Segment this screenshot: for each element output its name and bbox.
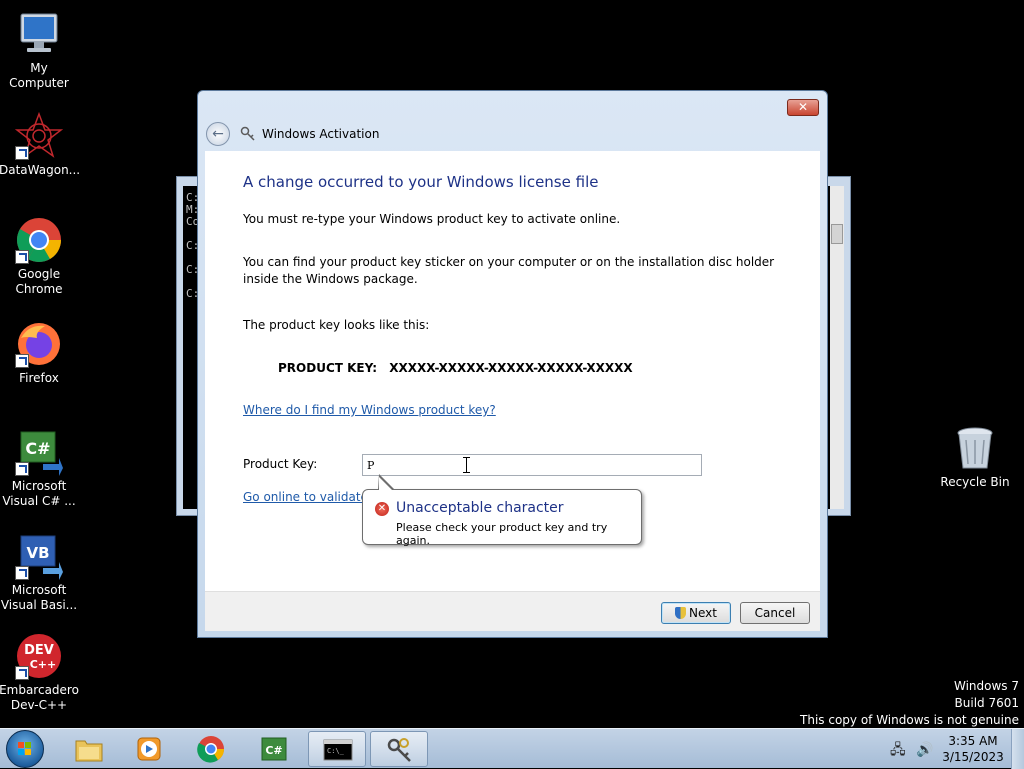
- command-prompt-icon: C:\_: [323, 736, 353, 764]
- taskbar-media-player[interactable]: [120, 731, 178, 767]
- watermark-os: Windows 7: [953, 679, 1019, 693]
- desktop-icon-visual-basic[interactable]: VB Microsoft Visual Basi...: [0, 532, 79, 613]
- uac-shield-icon: [675, 607, 687, 619]
- chrome-icon: [15, 216, 63, 264]
- taskbar-windows-explorer[interactable]: [60, 731, 118, 767]
- shortcut-arrow-icon: [15, 146, 29, 160]
- taskbar-visual-csharp[interactable]: C#: [245, 731, 303, 767]
- product-key-example-label: PRODUCT KEY:: [278, 361, 378, 375]
- svg-text:C#: C#: [265, 744, 282, 757]
- windows-flag-icon: [18, 742, 32, 756]
- taskbar-google-chrome[interactable]: [182, 731, 240, 767]
- error-title: Unacceptable character: [396, 500, 564, 516]
- taskbar: C# C:\_ 🖧 🔊 3:35 AM 3/15/2023: [0, 728, 1024, 769]
- activation-keys-icon: [385, 736, 415, 764]
- page-heading: A change occurred to your Windows licens…: [243, 173, 599, 191]
- error-icon: ✕: [375, 502, 389, 516]
- desktop-icon-datawagon[interactable]: DataWagon...: [0, 111, 81, 178]
- dev-cpp-icon: DEV C++: [15, 632, 63, 680]
- svg-text:C:\_: C:\_: [327, 747, 345, 755]
- product-key-label: Product Key:: [243, 457, 318, 471]
- visual-basic-icon: VB: [15, 532, 63, 580]
- visual-csharp-icon: C#: [15, 428, 63, 476]
- dialog-nav-bar: ← Windows Activation: [206, 122, 380, 146]
- shortcut-arrow-icon: [15, 354, 29, 368]
- desktop-icon-visual-csharp[interactable]: C# Microsoft Visual C# ...: [0, 428, 79, 509]
- recycle-bin-icon: [951, 424, 999, 472]
- watermark-genuine-notice: This copy of Windows is not genuine: [800, 713, 1019, 727]
- cancel-button[interactable]: Cancel: [740, 602, 810, 624]
- desktop-icon-recycle-bin[interactable]: Recycle Bin: [935, 424, 1015, 490]
- back-button[interactable]: ←: [206, 122, 230, 146]
- system-tray: 🖧 🔊: [890, 739, 934, 763]
- dialog-title: Windows Activation: [262, 127, 380, 141]
- desktop-icon-label: Microsoft Visual Basi...: [0, 583, 78, 612]
- chrome-icon: [196, 735, 226, 763]
- desktop-icon-label: Embarcadero Dev-C++: [0, 683, 79, 712]
- desktop-icon-label: My Computer: [9, 61, 69, 90]
- svg-text:C++: C++: [30, 658, 57, 671]
- svg-text:DEV: DEV: [24, 643, 54, 658]
- desktop-icon-firefox[interactable]: Firefox: [0, 320, 79, 386]
- desktop-icon-label: Firefox: [19, 371, 59, 385]
- dialog-footer: Next Cancel: [205, 591, 820, 631]
- desktop-icon-label: Recycle Bin: [940, 475, 1010, 489]
- product-key-example: PRODUCT KEY: XXXXX-XXXXX-XXXXX-XXXXX-XXX…: [278, 361, 633, 375]
- balloon-tail-fill: [379, 477, 392, 490]
- go-online-validate-link[interactable]: Go online to validate: [243, 490, 368, 504]
- show-desktop-button[interactable]: [1011, 729, 1024, 769]
- visual-csharp-icon: C#: [259, 735, 289, 763]
- find-product-key-link[interactable]: Where do I find my Windows product key?: [243, 403, 496, 417]
- product-key-input[interactable]: [362, 454, 702, 476]
- network-icon[interactable]: 🖧: [890, 742, 906, 758]
- desktop-icon-label: Microsoft Visual C# ...: [2, 479, 76, 508]
- next-button[interactable]: Next: [661, 602, 731, 624]
- folder-icon: [74, 735, 104, 763]
- error-message: Please check your product key and try ag…: [396, 521, 608, 547]
- desktop-icon-dev-cpp[interactable]: DEV C++ Embarcadero Dev-C++: [0, 632, 79, 713]
- shortcut-arrow-icon: [15, 250, 29, 264]
- svg-text:C#: C#: [25, 439, 50, 458]
- svg-text:VB: VB: [26, 544, 49, 562]
- windows-activation-dialog: ✕ ← Windows Activation A change occurred…: [197, 90, 828, 638]
- shortcut-arrow-icon: [15, 666, 29, 680]
- desktop-icon-google-chrome[interactable]: Google Chrome: [0, 216, 79, 297]
- firefox-icon: [15, 320, 63, 368]
- shortcut-arrow-icon: [15, 462, 29, 476]
- media-player-icon: [134, 735, 164, 763]
- text-cursor-icon: [463, 457, 471, 473]
- taskbar-command-prompt[interactable]: C:\_: [308, 731, 366, 767]
- taskbar-windows-activation[interactable]: [370, 731, 428, 767]
- my-computer-icon: [15, 10, 63, 58]
- datawagon-icon: [14, 111, 64, 160]
- scrollbar-thumb[interactable]: [831, 224, 843, 244]
- start-button[interactable]: [6, 730, 44, 768]
- error-balloon-tooltip: ✕ Unacceptable character Please check yo…: [362, 489, 642, 547]
- product-key-example-value: XXXXX-XXXXX-XXXXX-XXXXX-XXXXX: [389, 361, 633, 375]
- console-scrollbar[interactable]: [830, 186, 844, 509]
- close-button[interactable]: ✕: [787, 99, 819, 116]
- desktop-icon-label: DataWagon...: [0, 163, 81, 177]
- sticker-instruction: You can find your product key sticker on…: [243, 255, 775, 286]
- watermark-build: Build 7601: [954, 696, 1019, 710]
- windows-watermark: Windows 7 Build 7601 This copy of Window…: [800, 678, 1019, 729]
- desktop-icon-label: Google Chrome: [15, 267, 63, 296]
- taskbar-clock[interactable]: 3:35 AM 3/15/2023: [930, 733, 1016, 765]
- next-button-label: Next: [689, 606, 717, 620]
- shortcut-arrow-icon: [15, 566, 29, 580]
- clock-time: 3:35 AM: [948, 734, 998, 748]
- desktop-icon-my-computer[interactable]: My Computer: [0, 10, 79, 91]
- key-format-intro: The product key looks like this:: [243, 318, 430, 332]
- retype-instruction: You must re-type your Windows product ke…: [243, 212, 621, 226]
- activation-keys-icon: [240, 126, 256, 142]
- clock-date: 3/15/2023: [942, 750, 1004, 764]
